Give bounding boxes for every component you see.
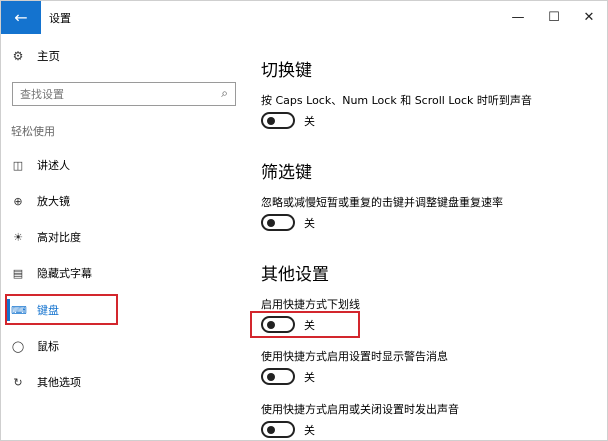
setting-description: 按 Caps Lock、Num Lock 和 Scroll Lock 时听到声音 <box>261 94 532 107</box>
toggle-knob <box>267 372 275 381</box>
minimize-icon: — <box>511 9 525 25</box>
mouse-icon: ◯ <box>11 339 25 353</box>
group-label: 轻松使用 <box>11 125 55 138</box>
section-heading-other-settings: 其他设置 <box>261 265 329 285</box>
sidebar-item-magnifier[interactable]: ⊕ 放大镜 <box>11 191 70 211</box>
close-icon: ✕ <box>583 9 595 25</box>
nav-home-label: 主页 <box>37 49 60 63</box>
toggle-switch[interactable] <box>261 421 295 438</box>
toggle-state-label: 关 <box>304 370 315 384</box>
annotation-box-toggle <box>250 311 360 338</box>
toggle-state-label: 关 <box>304 216 315 230</box>
minimize-button[interactable]: — <box>501 7 535 27</box>
sidebar-item-label: 高对比度 <box>37 231 81 244</box>
toggle-keys-switch-row[interactable]: 关 <box>261 112 315 129</box>
setting-description: 启用快捷方式下划线 <box>261 298 360 311</box>
back-button[interactable]: ← <box>1 1 41 34</box>
narrator-icon: ◫ <box>12 158 24 172</box>
annotation-box-keyboard <box>5 294 118 325</box>
section-heading-toggle-keys: 切换键 <box>261 61 312 81</box>
toggle-switch[interactable] <box>261 368 295 385</box>
sidebar-item-label: 放大镜 <box>37 195 70 208</box>
settings-window: ← 设置 — ☐ ✕ ⚙ 主页 ⌕ 轻松使用 ◫ 讲述人 ⊕ 放大镜 <box>0 0 608 441</box>
main-content: 切换键 按 Caps Lock、Num Lock 和 Scroll Lock 时… <box>241 34 607 440</box>
other-options-icon: ↻ <box>13 375 23 389</box>
sidebar-item-label: 隐藏式字幕 <box>37 267 92 280</box>
window-title: 设置 <box>49 12 71 25</box>
contrast-icon: ☀ <box>13 230 23 244</box>
search-icon[interactable]: ⌕ <box>221 86 228 101</box>
sidebar-item-captions[interactable]: ▤ 隐藏式字幕 <box>11 263 92 283</box>
gear-icon: ⚙ <box>12 49 24 63</box>
search-input[interactable] <box>13 83 203 106</box>
maximize-button[interactable]: ☐ <box>537 7 571 27</box>
close-button[interactable]: ✕ <box>572 7 606 27</box>
maximize-icon: ☐ <box>548 9 560 25</box>
captions-icon: ▤ <box>12 266 24 280</box>
sidebar-item-high-contrast[interactable]: ☀ 高对比度 <box>11 227 81 247</box>
toggle-knob <box>267 425 275 434</box>
sidebar-item-label: 鼠标 <box>37 340 59 353</box>
setting-description: 使用快捷方式启用设置时显示警告消息 <box>261 350 448 363</box>
nav-home[interactable]: ⚙ 主页 <box>11 48 60 64</box>
toggle-knob <box>267 218 275 227</box>
toggle-state-label: 关 <box>304 423 315 437</box>
toggle-switch[interactable] <box>261 214 295 231</box>
setting-description: 使用快捷方式启用或关闭设置时发出声音 <box>261 403 459 416</box>
sidebar-item-narrator[interactable]: ◫ 讲述人 <box>11 155 70 175</box>
warning-message-switch-row[interactable]: 关 <box>261 368 315 385</box>
section-heading-filter-keys: 筛选键 <box>261 163 312 183</box>
sidebar-item-label: 其他选项 <box>37 376 81 389</box>
toggle-state-label: 关 <box>304 114 315 128</box>
sidebar: ⚙ 主页 ⌕ 轻松使用 ◫ 讲述人 ⊕ 放大镜 ☀ 高对比度 ▤ 隐藏式字幕 ⌨… <box>1 34 241 440</box>
filter-keys-switch-row[interactable]: 关 <box>261 214 315 231</box>
setting-description: 忽略或减慢短暂或重复的击键并调整键盘重复速率 <box>261 196 503 209</box>
sound-switch-row[interactable]: 关 <box>261 421 315 438</box>
sidebar-item-label: 讲述人 <box>37 159 70 172</box>
arrow-left-icon: ← <box>14 8 28 27</box>
toggle-switch[interactable] <box>261 112 295 129</box>
sidebar-item-other-options[interactable]: ↻ 其他选项 <box>11 372 81 392</box>
title-bar: ← 设置 — ☐ ✕ <box>1 1 607 34</box>
sidebar-item-mouse[interactable]: ◯ 鼠标 <box>11 336 59 356</box>
search-box[interactable]: ⌕ <box>12 82 236 106</box>
toggle-knob <box>267 116 275 125</box>
magnifier-icon: ⊕ <box>13 194 23 208</box>
